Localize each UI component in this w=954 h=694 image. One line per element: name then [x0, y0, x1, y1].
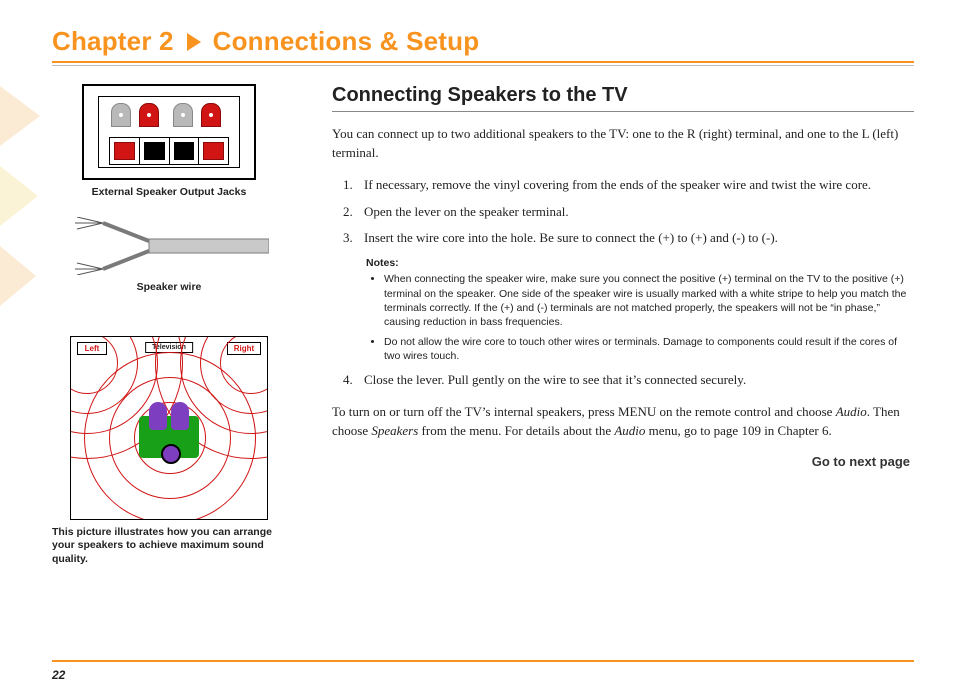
figure-caption-layout: This picture illustrates how you can arr… — [52, 526, 286, 565]
plug-red-icon — [139, 103, 159, 127]
header-rule — [52, 61, 914, 66]
background-decoration — [0, 86, 40, 486]
figure-speaker-wire — [69, 217, 269, 275]
figure-caption-wire: Speaker wire — [52, 281, 286, 294]
figure-caption-jacks: External Speaker Output Jacks — [52, 186, 286, 199]
steps-list-continued: Close the lever. Pull gently on the wire… — [332, 371, 914, 390]
chapter-title: Chapter 2 Connections & Setup — [52, 26, 954, 57]
page-number: 22 — [52, 668, 65, 682]
figure-speaker-layout: Left Television Right — [70, 336, 268, 520]
note-1: When connecting the speaker wire, make s… — [384, 272, 914, 329]
steps-list: If necessary, remove the vinyl covering … — [332, 176, 914, 249]
chapter-number: Chapter 2 — [52, 26, 174, 56]
note-2: Do not allow the wire core to touch othe… — [384, 335, 914, 363]
step-4: Close the lever. Pull gently on the wire… — [356, 371, 914, 390]
step-3: Insert the wire core into the hole. Be s… — [356, 229, 914, 248]
section-heading: Connecting Speakers to the TV — [332, 84, 914, 107]
plug-icon — [111, 103, 131, 127]
plug-red-icon — [201, 103, 221, 127]
figure-output-jacks — [82, 84, 256, 180]
go-to-next-page: Go to next page — [332, 454, 910, 469]
outro-paragraph: To turn on or turn off the TV’s internal… — [332, 403, 914, 441]
triangle-separator-icon — [187, 33, 201, 51]
chapter-name: Connections & Setup — [213, 26, 480, 56]
section-rule — [332, 111, 914, 112]
footer-rule — [52, 660, 914, 662]
notes-heading: Notes: — [366, 256, 914, 270]
intro-paragraph: You can connect up to two additional spe… — [332, 125, 914, 163]
plug-icon — [173, 103, 193, 127]
step-1: If necessary, remove the vinyl covering … — [356, 176, 914, 195]
couch-icon — [139, 416, 199, 458]
step-2: Open the lever on the speaker terminal. — [356, 203, 914, 222]
terminal-row — [109, 137, 229, 165]
notes-block: Notes: When connecting the speaker wire,… — [366, 256, 914, 363]
